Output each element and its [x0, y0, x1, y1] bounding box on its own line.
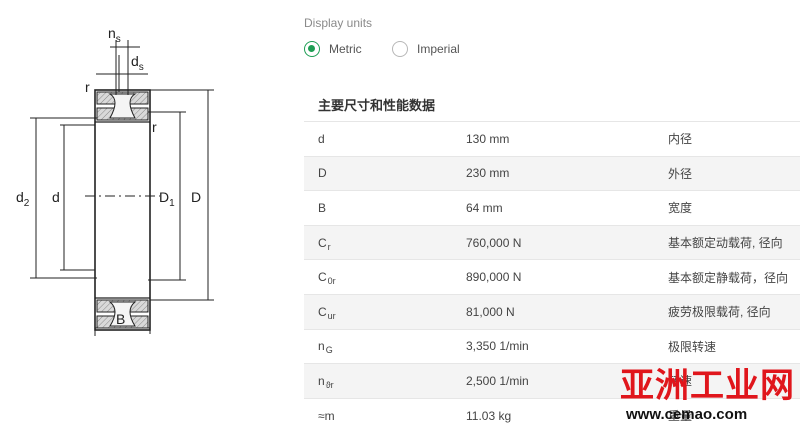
spec-value: 230 mm	[466, 166, 510, 181]
spec-symbol: Cr	[318, 226, 331, 260]
spec-description: 疲劳极限载荷, 径向	[668, 305, 771, 320]
spec-symbol: n ϑr	[318, 364, 334, 398]
bearing-outline	[94, 89, 151, 331]
label-b: B	[116, 311, 125, 327]
label-ds: ds	[131, 53, 144, 73]
spec-symbol-main: B	[318, 200, 327, 215]
watermark-url: www.cemao.com	[626, 406, 748, 423]
spec-value: 890,000 N	[466, 270, 522, 285]
metric-radio[interactable]: Metric	[304, 40, 362, 58]
spec-description: 极限转速	[668, 339, 717, 354]
spec-symbol-main: D	[318, 166, 327, 181]
table-row: B 64 mm 宽度	[304, 190, 800, 225]
spec-symbol-sub: ϑr	[325, 379, 334, 390]
spec-description: 基本额定动载荷, 径向	[668, 236, 783, 251]
spec-value: 64 mm	[466, 200, 503, 215]
spec-symbol-main: d	[318, 131, 325, 146]
spec-symbol-main: C	[318, 270, 327, 285]
spec-symbol-main: ≈m	[318, 408, 335, 423]
spec-description: 内径	[668, 132, 693, 147]
spec-symbol-sub: r	[327, 241, 331, 252]
spec-symbol-sub: ur	[327, 310, 336, 321]
spec-symbol: d	[318, 122, 325, 156]
spec-symbol-main: n	[318, 373, 325, 388]
table-row: Cr 760,000 N 基本额定动载荷, 径向	[304, 224, 800, 260]
label-d: d	[52, 189, 60, 205]
spec-description: 外径	[668, 166, 693, 181]
spec-symbol: ≈m	[318, 399, 335, 433]
label-d2: d2	[16, 189, 30, 209]
bearing-cross-section: ns ds r r d2 d D1 D B	[16, 25, 214, 336]
label-d1: D1	[159, 189, 175, 209]
spec-symbol-main: n	[318, 339, 325, 354]
label-r-right: r	[152, 119, 157, 135]
table-row: d 130 mm 内径	[304, 121, 800, 156]
spec-symbol-main: C	[318, 304, 327, 319]
table-row: n G 3,350 1/min 极限转速	[304, 328, 800, 364]
table-row: D 230 mm 外径	[304, 155, 800, 191]
metric-radio-label: Metric	[329, 42, 362, 56]
spec-value: 130 mm	[466, 131, 510, 146]
watermark: 亚洲工业网 www.cemao.com	[602, 362, 800, 433]
display-units: Display units Metric Imperial	[304, 0, 800, 90]
imperial-radio[interactable]: Imperial	[392, 40, 460, 58]
spec-symbol: B	[318, 191, 326, 225]
label-outer-d: D	[191, 189, 201, 205]
spec-description: 宽度	[668, 201, 693, 216]
spec-symbol: Cur	[318, 295, 336, 329]
spec-value: 11.03 kg	[466, 408, 512, 423]
table-row: Cur 81,000 N 疲劳极限载荷, 径向	[304, 293, 800, 329]
spec-value: 2,500 1/min	[466, 373, 529, 388]
spec-value: 3,350 1/min	[466, 339, 529, 354]
imperial-radio-label: Imperial	[417, 42, 460, 56]
table-row: C 0r 890,000 N 基本额定静载荷，径向	[304, 259, 800, 294]
watermark-title: 亚洲工业网	[620, 367, 795, 405]
spec-symbol-sub: G	[325, 345, 333, 356]
bearing-drawing: ns ds r r d2 d D1 D B	[0, 0, 300, 433]
spec-symbol: D	[318, 157, 327, 191]
label-ns: ns	[108, 25, 121, 45]
spec-symbol: C 0r	[318, 260, 336, 294]
spec-symbol-main: C	[318, 235, 327, 250]
display-units-label: Display units	[304, 16, 373, 30]
radio-checked-icon	[304, 41, 320, 57]
spec-value: 760,000 N	[466, 235, 522, 250]
spec-value: 81,000 N	[466, 304, 515, 319]
spec-description: 基本额定静载荷，径向	[668, 270, 789, 285]
radio-unchecked-icon	[392, 41, 408, 57]
spec-symbol-sub: 0r	[327, 276, 336, 287]
label-r-top: r	[85, 79, 90, 95]
section-title: 主要尺寸和性能数据	[318, 98, 436, 113]
spec-symbol: nG	[318, 330, 333, 364]
top-roller-section	[96, 91, 149, 121]
